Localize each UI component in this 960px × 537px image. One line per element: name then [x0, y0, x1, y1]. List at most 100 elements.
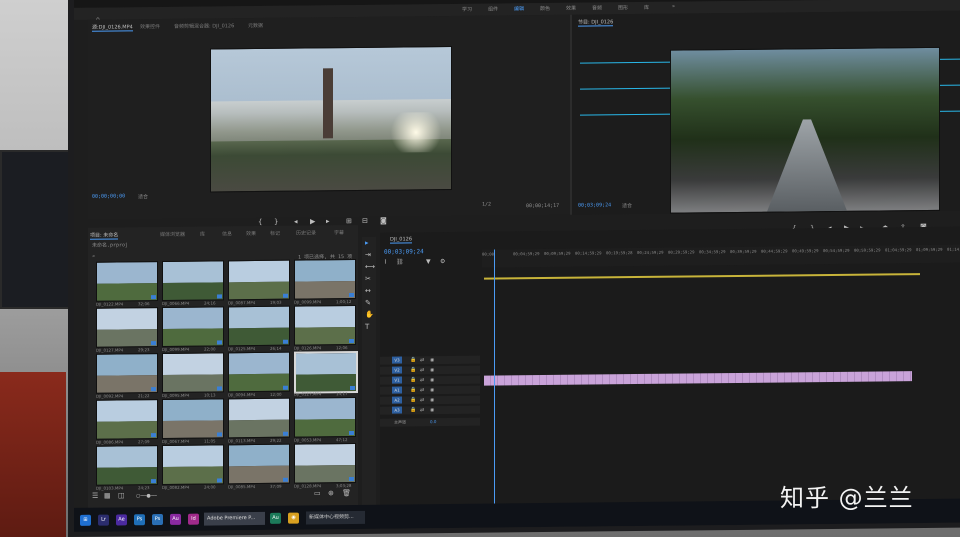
track-header[interactable]: V1 🔒 ⇄ ◉ — [380, 375, 480, 385]
project-thumbnail[interactable] — [96, 445, 158, 486]
project-thumbnail[interactable] — [294, 304, 356, 346]
project-thumbnail[interactable] — [96, 353, 158, 394]
tab-sequence[interactable]: DJI_0126 — [390, 236, 413, 244]
track-header[interactable]: A2 🔒 ⇄ ◉ — [380, 395, 480, 405]
project-thumbnail[interactable] — [294, 350, 358, 394]
insert-icon[interactable]: ⊞ — [346, 217, 352, 225]
tab-audio-clip-mixer[interactable]: 音频剪辑混合器: DJI_0126 — [174, 22, 234, 30]
lock-icon[interactable]: 🔒 — [410, 356, 416, 364]
project-thumbnail[interactable] — [294, 258, 356, 300]
search-icon[interactable]: ⌕ — [92, 254, 95, 260]
add-marker-icon[interactable]: ▼ — [426, 258, 431, 265]
track-header[interactable]: V3 🔒 ⇄ ◉ — [380, 355, 480, 365]
eye-icon[interactable]: ◉ — [430, 366, 434, 374]
track-label[interactable]: V1 — [392, 376, 402, 384]
workspace-graphics[interactable]: 图形 — [618, 4, 628, 11]
project-thumbnail[interactable] — [162, 352, 224, 394]
tab-media-browser[interactable]: 媒体浏览器 — [160, 231, 185, 238]
eye-icon[interactable]: ◉ — [430, 406, 434, 414]
source-zoom-select[interactable]: 适合 — [138, 193, 148, 200]
project-thumbnail[interactable] — [96, 399, 158, 440]
camera-icon[interactable]: ◙ — [380, 217, 387, 225]
step-forward-icon[interactable]: ▸ — [326, 217, 330, 225]
trash-icon[interactable]: 🗑 — [342, 489, 351, 497]
program-timecode[interactable]: 00;03;09;24 — [578, 202, 611, 208]
track-header[interactable]: A3 🔒 ⇄ ◉ — [380, 405, 480, 415]
icon-view-icon[interactable]: ▦ — [104, 492, 111, 500]
project-thumbnail[interactable] — [228, 443, 290, 485]
lock-icon[interactable]: 🔒 — [410, 406, 416, 414]
chrome-icon[interactable]: ◉ — [288, 512, 299, 524]
taskbar-premiere[interactable]: Adobe Premiere P... — [204, 511, 265, 526]
tab-program[interactable]: 节目: DJI_0126 — [578, 18, 614, 27]
eye-icon[interactable]: ◉ — [430, 356, 434, 364]
program-video-frame[interactable] — [670, 46, 940, 214]
project-thumbnail[interactable] — [162, 260, 224, 302]
tab-metadata[interactable]: 元数据 — [248, 22, 263, 29]
project-thumbnail[interactable] — [228, 351, 290, 393]
tab-history[interactable]: 历史记录 — [296, 229, 316, 236]
workspace-color[interactable]: 颜色 — [540, 5, 550, 12]
project-thumbnail[interactable] — [294, 396, 356, 438]
work-area-bar[interactable] — [484, 273, 920, 280]
track-header[interactable]: V2 🔒 ⇄ ◉ — [380, 365, 480, 375]
tab-project[interactable]: 项目: 未命名 — [90, 231, 119, 240]
audition-icon[interactable]: Au — [170, 513, 181, 525]
audition-app-icon[interactable]: Au — [270, 512, 281, 524]
step-back-icon[interactable]: ◂ — [294, 218, 298, 226]
track-label[interactable]: V3 — [392, 356, 402, 364]
track-label[interactable]: A1 — [392, 386, 402, 394]
workspace-assembly[interactable]: 组件 — [488, 5, 498, 12]
audio-clip[interactable] — [484, 371, 912, 386]
project-thumbnail[interactable] — [162, 306, 224, 348]
sync-icon[interactable]: ⇄ — [420, 406, 424, 414]
track-label[interactable]: A2 — [392, 396, 402, 404]
eye-icon[interactable]: ◉ — [430, 386, 434, 394]
project-thumbnail[interactable] — [294, 442, 356, 484]
hand-tool-icon[interactable]: ✋ — [365, 311, 374, 319]
new-bin-icon[interactable]: ▭ — [314, 489, 321, 497]
overwrite-icon[interactable]: ⊟ — [362, 217, 368, 225]
lightroom-icon[interactable]: Lr — [98, 514, 109, 526]
eye-icon[interactable]: ◉ — [430, 396, 434, 404]
after-effects-icon[interactable]: Ae — [116, 514, 127, 526]
lock-icon[interactable]: 🔒 — [410, 396, 416, 404]
mark-out-icon[interactable]: } — [274, 218, 278, 226]
playhead[interactable] — [494, 249, 495, 526]
new-item-icon[interactable]: ⊕ — [328, 489, 334, 497]
mark-in-icon[interactable]: { — [258, 218, 262, 226]
workspace-editing[interactable]: 编辑 — [514, 5, 524, 12]
sync-icon[interactable]: ⇄ — [420, 376, 424, 384]
type-tool-icon[interactable]: T — [365, 323, 369, 331]
ripple-edit-tool-icon[interactable]: ⟷ — [365, 263, 375, 271]
slip-tool-icon[interactable]: ↔ — [365, 287, 371, 295]
tab-info[interactable]: 信息 — [222, 230, 232, 237]
tab-libraries[interactable]: 库 — [200, 231, 205, 238]
lock-icon[interactable]: 🔒 — [410, 386, 416, 394]
photoshop-icon[interactable]: Ps — [134, 514, 145, 526]
eye-icon[interactable]: ◉ — [430, 376, 434, 384]
indesign-icon[interactable]: Id — [188, 513, 199, 525]
play-icon[interactable]: ▶ — [310, 217, 315, 225]
freeform-view-icon[interactable]: ◫ — [118, 491, 125, 499]
workspace-audio[interactable]: 音频 — [592, 4, 602, 11]
timeline-timecode[interactable]: 00;03;09;24 — [384, 248, 424, 255]
sync-icon[interactable]: ⇄ — [420, 356, 424, 364]
workspace-learn[interactable]: 学习 — [462, 6, 472, 13]
sync-icon[interactable]: ⇄ — [420, 366, 424, 374]
sync-icon[interactable]: ⇄ — [420, 396, 424, 404]
project-thumbnail[interactable] — [228, 259, 290, 301]
project-thumbnail[interactable] — [228, 305, 290, 347]
taskbar-app[interactable]: 新媒体中心视频剪... — [306, 510, 365, 525]
settings-icon[interactable]: ⚙ — [440, 258, 445, 265]
windows-start-icon[interactable]: ⊞ — [80, 514, 91, 526]
tab-effects[interactable]: 效果 — [246, 230, 256, 237]
lock-icon[interactable]: 🔒 — [410, 366, 416, 374]
workspace-effects[interactable]: 效果 — [566, 5, 576, 12]
list-view-icon[interactable]: ☰ — [92, 492, 98, 500]
source-timecode[interactable]: 00;00;00;00 — [92, 193, 125, 199]
tab-markers[interactable]: 标记 — [270, 230, 280, 237]
project-thumbnail[interactable] — [162, 444, 224, 486]
more-workspaces-icon[interactable]: » — [672, 4, 675, 10]
master-volume-value[interactable]: 0.0 — [430, 418, 436, 426]
